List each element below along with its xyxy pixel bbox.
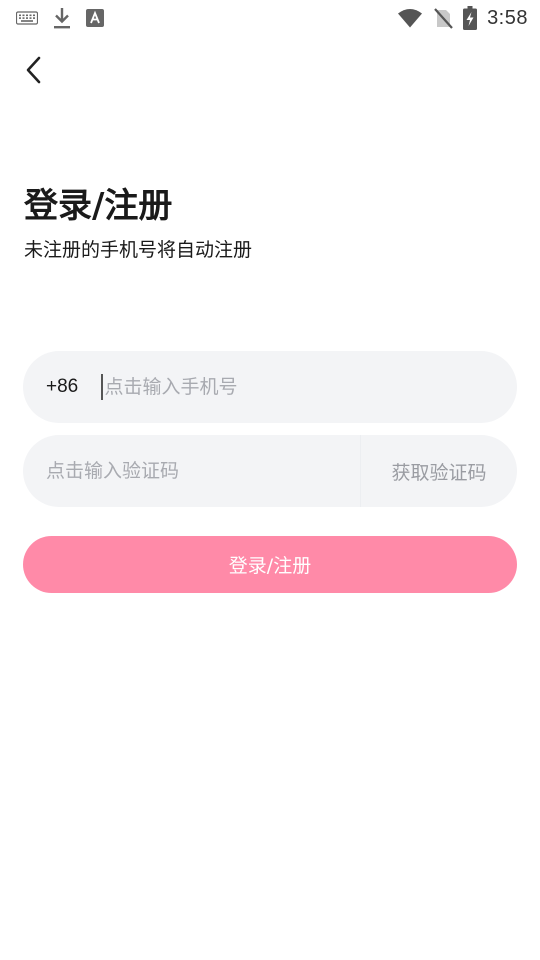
status-bar: 3:58 bbox=[0, 0, 540, 36]
page-title: 登录/注册 bbox=[24, 186, 173, 226]
text-caret bbox=[101, 374, 103, 400]
login-register-button[interactable]: 登录/注册 bbox=[23, 536, 517, 593]
status-time: 3:58 bbox=[487, 6, 528, 29]
country-code[interactable]: +86 bbox=[23, 376, 101, 398]
phone-field[interactable]: +86 bbox=[23, 351, 517, 423]
login-screen: 3:58 登录/注册 未注册的手机号将自动注册 +86 获取验证码 登录/注册 bbox=[0, 0, 540, 960]
download-icon bbox=[52, 6, 72, 30]
back-button[interactable] bbox=[14, 52, 54, 92]
battery-charging-icon bbox=[463, 6, 478, 30]
chevron-left-icon bbox=[24, 55, 44, 89]
keyboard-icon bbox=[16, 11, 38, 25]
get-code-button[interactable]: 获取验证码 bbox=[361, 435, 517, 507]
status-left-icons bbox=[16, 6, 118, 30]
page-subtitle: 未注册的手机号将自动注册 bbox=[24, 239, 253, 261]
status-right-icons: 3:58 bbox=[387, 6, 528, 30]
no-sim-icon bbox=[433, 7, 453, 29]
verification-code-input[interactable] bbox=[23, 435, 360, 507]
verification-code-field[interactable]: 获取验证码 bbox=[23, 435, 517, 507]
font-a-icon bbox=[86, 9, 104, 27]
phone-input[interactable] bbox=[104, 351, 517, 423]
wifi-icon bbox=[397, 8, 423, 28]
